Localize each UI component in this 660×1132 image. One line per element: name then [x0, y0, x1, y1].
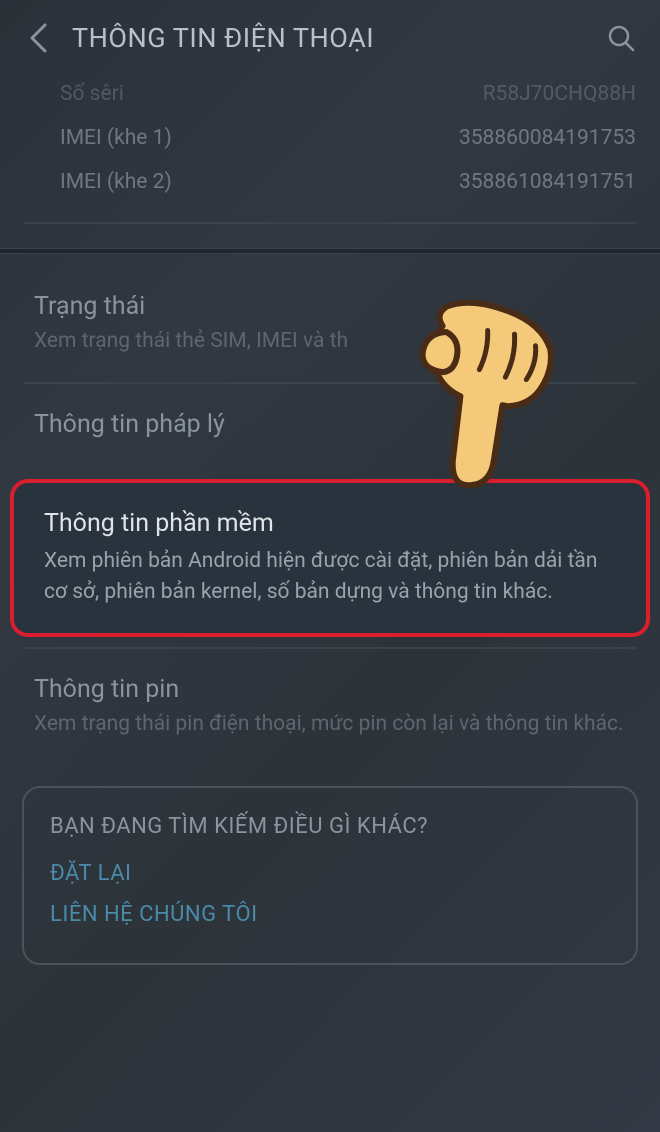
imei1-value: 358860084191753 [459, 126, 636, 150]
imei1-row: IMEI (khe 1) 358860084191753 [0, 116, 660, 160]
looking-for-heading: BẠN ĐANG TÌM KIẾM ĐIỀU GÌ KHÁC? [50, 814, 610, 839]
imei2-row: IMEI (khe 2) 358861084191751 [0, 160, 660, 204]
software-item-highlight: Thông tin phần mềm Xem phiên bản Android… [10, 479, 650, 637]
battery-item[interactable]: Thông tin pin Xem trạng thái pin điện th… [0, 649, 660, 765]
imei2-value: 358861084191751 [459, 170, 636, 194]
battery-title: Thông tin pin [34, 675, 626, 704]
legal-item[interactable]: Thông tin pháp lý [0, 384, 660, 471]
reset-link[interactable]: ĐẶT LẠI [50, 861, 610, 886]
back-icon[interactable] [24, 24, 52, 52]
divider [24, 222, 636, 224]
search-icon[interactable] [606, 23, 636, 53]
header: THÔNG TIN ĐIỆN THOẠI [0, 0, 660, 72]
contact-link[interactable]: LIÊN HỆ CHÚNG TÔI [50, 902, 610, 927]
imei1-label: IMEI (khe 1) [60, 126, 172, 150]
battery-desc: Xem trạng thái pin điện thoại, mức pin c… [34, 710, 626, 739]
software-item[interactable]: Thông tin phần mềm Xem phiên bản Android… [18, 487, 642, 629]
status-item[interactable]: Trạng thái Xem trạng thái thẻ SIM, IMEI … [0, 266, 660, 382]
imei2-label: IMEI (khe 2) [60, 170, 172, 194]
page-title: THÔNG TIN ĐIỆN THOẠI [72, 22, 586, 54]
looking-for-box: BẠN ĐANG TÌM KIẾM ĐIỀU GÌ KHÁC? ĐẶT LẠI … [22, 786, 638, 965]
status-desc: Xem trạng thái thẻ SIM, IMEI và th [34, 327, 626, 356]
serial-label: Số sêri [60, 82, 124, 106]
legal-title: Thông tin pháp lý [34, 410, 626, 439]
section-divider [0, 248, 660, 254]
serial-row: Số sêri R58J70CHQ88H [0, 72, 660, 116]
status-title: Trạng thái [34, 292, 626, 321]
software-desc: Xem phiên bản Android hiện được cài đặt,… [44, 546, 616, 607]
serial-value: R58J70CHQ88H [483, 82, 636, 106]
software-title: Thông tin phần mềm [44, 509, 616, 538]
